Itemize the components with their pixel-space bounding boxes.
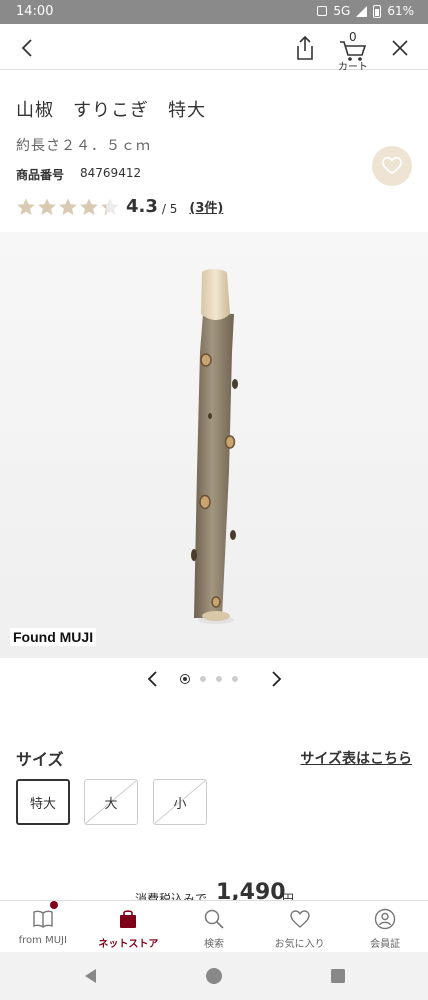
price-unit: 円 (282, 892, 295, 900)
favorite-button[interactable] (372, 146, 412, 186)
rating-score: 4.3 (126, 196, 158, 217)
carousel-dot[interactable] (180, 674, 190, 684)
back-arrow-icon[interactable] (16, 36, 40, 60)
notification-badge (50, 901, 58, 909)
app-header: 0 カート (0, 24, 428, 73)
star-icon (17, 198, 35, 215)
star-icon (101, 198, 119, 215)
status-time: 14:00 (16, 4, 54, 19)
chevron-right-icon[interactable] (268, 670, 284, 688)
shopping-bag-icon (120, 910, 137, 928)
tab-net-store[interactable]: ネットストア (86, 901, 172, 952)
size-chart-link[interactable]: サイズ表はこちら (300, 748, 412, 768)
tab-from-muji[interactable]: from MUJI (0, 901, 86, 952)
product-number-value: 84769412 (80, 166, 142, 180)
tab-search[interactable]: 検索 (171, 901, 257, 952)
status-icons: 5G 61% (317, 4, 414, 18)
carousel-dot[interactable] (200, 676, 206, 682)
size-option[interactable]: 大 (84, 779, 138, 825)
carousel-dot[interactable] (216, 676, 222, 682)
chevron-left-icon[interactable] (145, 670, 161, 688)
nav-recents-icon[interactable] (328, 966, 348, 986)
tab-label: 会員証 (370, 939, 401, 950)
network-label: 5G (333, 4, 351, 18)
star-icon (59, 198, 77, 215)
search-icon (204, 909, 224, 929)
cart-label: カート (338, 62, 368, 73)
rating: 4.3 / 5 (3件) (16, 196, 223, 217)
price-row: 消費税込みで 1,490 円 (0, 878, 428, 900)
star-icon (80, 198, 98, 215)
system-nav-bar (0, 952, 428, 1000)
status-bar: 14:00 5G 61% (0, 0, 428, 24)
heart-icon (289, 910, 310, 928)
tax-included-label: 消費税込みで (135, 892, 208, 900)
product-image[interactable]: Found MUJI (0, 232, 428, 658)
tab-label: from MUJI (18, 935, 67, 946)
member-icon (374, 908, 396, 930)
carousel-dots (180, 674, 238, 684)
rating-stars (16, 197, 120, 217)
signal-icon (356, 5, 368, 17)
book-icon (33, 910, 53, 928)
close-icon[interactable] (388, 36, 412, 60)
image-carousel-controls (0, 668, 428, 692)
tab-member-card[interactable]: 会員証 (342, 901, 428, 952)
size-option-label: 小 (173, 796, 187, 812)
size-section-label: サイズ (16, 750, 64, 769)
size-option[interactable]: 特大 (16, 779, 70, 825)
carousel-dot[interactable] (232, 676, 238, 682)
nav-home-icon[interactable] (204, 966, 224, 986)
tab-label: お気に入り (274, 939, 325, 950)
pestle-image (191, 269, 238, 624)
cart-button[interactable]: 0 カート (336, 30, 370, 73)
battery-icon (373, 4, 382, 18)
rating-out-of: / 5 (161, 201, 178, 216)
tab-label: 検索 (203, 939, 224, 950)
share-icon[interactable] (293, 34, 317, 62)
tab-label: ネットストア (98, 939, 159, 950)
vibrate-icon (317, 6, 328, 16)
size-option-label: 大 (104, 796, 118, 812)
product-number: 商品番号 84769412 (16, 166, 141, 183)
product-title: 山椒 すりこぎ 特大 (16, 100, 206, 121)
heart-icon (382, 156, 402, 175)
battery-percent: 61% (387, 4, 414, 18)
size-option-label: 特大 (29, 796, 56, 812)
found-muji-label: Found MUJI (10, 628, 97, 646)
product-size-note: 約長さ２４．５ｃｍ (16, 138, 151, 154)
price-amount: 1,490 (216, 880, 286, 900)
nav-back-icon[interactable] (81, 966, 101, 986)
review-count-link[interactable]: (3件) (189, 197, 223, 216)
size-option[interactable]: 小 (153, 779, 207, 825)
star-icon (38, 198, 56, 215)
tab-favorites[interactable]: お気に入り (257, 901, 343, 952)
bottom-tab-bar: from MUJI ネットストア 検索 お気に入り 会員証 (0, 900, 428, 952)
product-number-label: 商品番号 (16, 168, 65, 182)
